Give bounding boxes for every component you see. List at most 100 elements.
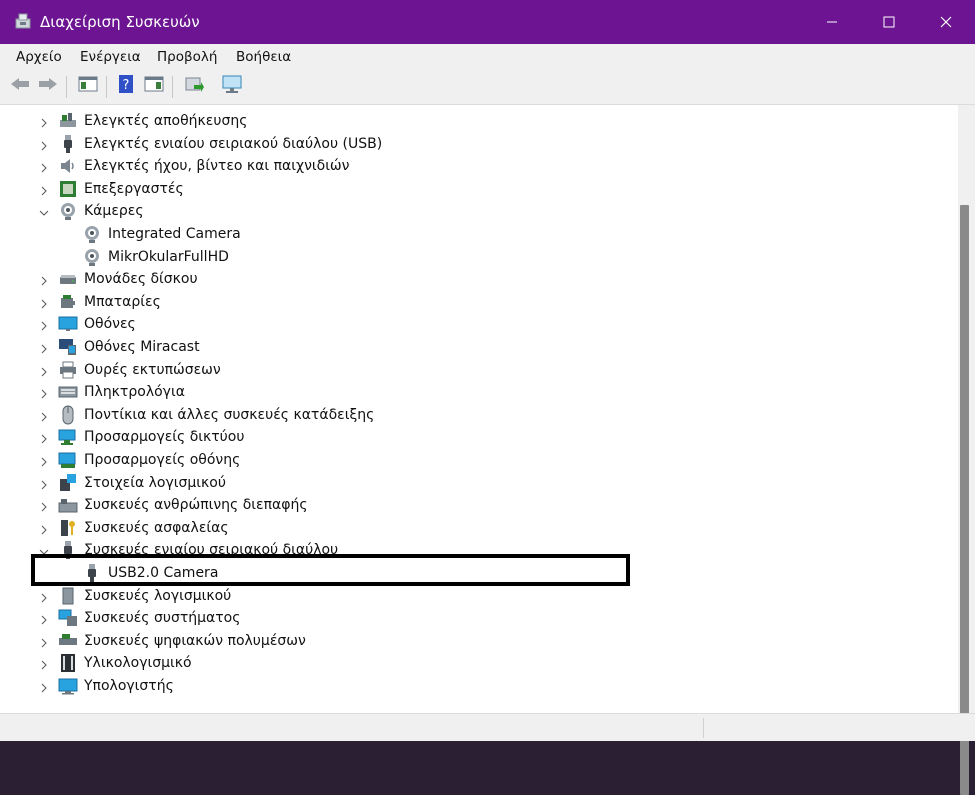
tree-item-category[interactable]: Ελεγκτές αποθήκευσης — [0, 110, 940, 132]
chevron-right-icon[interactable] — [39, 658, 49, 670]
tree-item-device[interactable]: MikrOkularFullHD — [0, 246, 940, 268]
chevron-right-icon[interactable] — [39, 591, 49, 602]
chevron-right-icon[interactable] — [39, 432, 49, 444]
tree-item-category[interactable]: Μπαταρίες — [0, 291, 940, 313]
keyboard-icon — [58, 382, 78, 402]
hid-icon — [58, 495, 78, 515]
title-bar[interactable]: Διαχείριση Συσκευών — [0, 0, 975, 44]
chevron-right-icon[interactable] — [39, 523, 49, 535]
chevron-right-icon[interactable] — [39, 139, 49, 150]
tree-item-category[interactable]: Ελεγκτές ενιαίου σειριακού διαύλου (USB) — [0, 133, 940, 155]
storage-controller-icon — [58, 111, 78, 131]
tree-item-device[interactable]: Integrated Camera — [0, 223, 940, 245]
update-driver-button[interactable] — [183, 75, 205, 97]
device-tree[interactable]: Ελεγκτές αποθήκευσης Ελεγκτές ενιαίου σει… — [0, 105, 958, 713]
processor-icon — [58, 179, 78, 199]
tree-item-category[interactable]: Ελεγκτές ήχου, βίντεο και παιχνιδιών — [0, 155, 940, 177]
chevron-right-icon[interactable] — [39, 455, 49, 467]
tree-item-category[interactable]: Υλικολογισμικό — [0, 652, 940, 674]
tree-item-category[interactable]: Πληκτρολόγια — [0, 381, 940, 403]
show-hide-console-tree-button[interactable] — [77, 75, 99, 97]
tree-item-category[interactable]: Προσαρμογείς δικτύου — [0, 426, 940, 448]
chevron-right-icon[interactable] — [39, 636, 49, 648]
chevron-right-icon[interactable] — [39, 500, 49, 512]
properties-pane-icon — [78, 75, 98, 97]
menu-action[interactable]: Ενέργεια — [80, 48, 141, 66]
menu-help[interactable]: Βοήθεια — [236, 48, 291, 66]
minimize-icon — [826, 16, 838, 28]
chevron-right-icon[interactable] — [39, 681, 49, 693]
chevron-right-icon[interactable] — [39, 387, 49, 399]
tree-item-category[interactable]: Ποντίκια και άλλες συσκευές κατάδειξης — [0, 404, 940, 426]
tree-item-category[interactable]: Συσκευές λογισμικού — [0, 585, 940, 607]
back-button[interactable] — [9, 75, 31, 97]
tree-item-category[interactable]: Προσαρμογείς οθόνης — [0, 449, 940, 471]
tree-item-label: Υλικολογισμικό — [84, 655, 192, 672]
chevron-right-icon[interactable] — [39, 478, 49, 489]
chevron-right-icon[interactable] — [39, 116, 49, 128]
tree-item-label: Ουρές εκτυπώσεων — [84, 361, 221, 378]
help-button[interactable]: ? — [115, 75, 137, 97]
scan-hardware-button[interactable] — [221, 75, 243, 97]
chevron-right-icon[interactable] — [39, 319, 49, 331]
tree-item-label: Προσαρμογείς δικτύου — [84, 429, 245, 446]
tree-item-category[interactable]: Συσκευές ψηφιακών πολυμέσων — [0, 630, 940, 652]
tree-item-label: Υπολογιστής — [84, 678, 174, 694]
chevron-right-icon[interactable] — [39, 410, 49, 422]
tree-item-label: Οθόνες Miracast — [84, 339, 200, 355]
chevron-right-icon[interactable] — [39, 161, 49, 173]
chevron-right-icon[interactable] — [39, 274, 49, 286]
webcam-icon — [58, 201, 78, 221]
tree-item-label: Συσκευές συστήματος — [84, 610, 241, 627]
close-icon — [940, 16, 952, 28]
tree-item-category[interactable]: Οθόνες — [0, 313, 940, 335]
firmware-icon — [58, 653, 78, 673]
menu-file[interactable]: Αρχείο — [16, 48, 62, 66]
chevron-right-icon[interactable] — [39, 297, 49, 309]
chevron-right-icon[interactable] — [39, 365, 49, 376]
menu-view[interactable]: Προβολή — [157, 48, 217, 66]
forward-button[interactable] — [37, 75, 59, 97]
system-device-icon — [58, 608, 78, 628]
tree-item-label: Πληκτρολόγια — [84, 384, 185, 401]
webcam-icon — [82, 224, 102, 244]
tree-item-category[interactable]: Υπολογιστής — [0, 675, 940, 697]
tree-item-category[interactable]: Συσκευές ανθρώπινης διεπαφής — [0, 494, 940, 516]
maximize-icon — [883, 16, 895, 28]
tree-item-label: Συσκευές λογισμικού — [84, 587, 232, 604]
tree-item-label: Ελεγκτές ενιαίου σειριακού διαύλου (USB) — [84, 135, 383, 152]
chevron-right-icon[interactable] — [39, 342, 49, 354]
chevron-right-icon[interactable] — [39, 613, 49, 625]
software-device-icon — [58, 586, 78, 606]
menu-bar: Αρχείο Ενέργεια Προβολή Βοήθεια — [0, 44, 975, 70]
tree-item-label: Επεξεργαστές — [84, 180, 184, 197]
disk-drive-icon — [58, 269, 78, 289]
tree-item-category[interactable]: Συσκευές συστήματος — [0, 607, 940, 629]
status-divider — [703, 718, 704, 738]
chevron-down-icon[interactable] — [39, 206, 49, 217]
tree-item-label: MikrOkularFullHD — [108, 248, 229, 265]
tree-item-category[interactable]: Οθόνες Miracast — [0, 336, 940, 358]
security-key-icon — [58, 518, 78, 538]
action-pane-icon — [144, 75, 164, 97]
device-manager-app-icon — [14, 12, 32, 30]
tree-item-category[interactable]: Μονάδες δίσκου — [0, 268, 940, 290]
scrollbar-thumb[interactable] — [960, 205, 969, 795]
scan-hardware-icon — [221, 74, 243, 98]
forward-arrow-icon — [38, 76, 58, 96]
tree-item-category[interactable]: Επεξεργαστές — [0, 178, 940, 200]
tree-item-category[interactable]: Στοιχεία λογισμικού — [0, 472, 940, 494]
tree-item-category[interactable]: Κάμερες — [0, 200, 940, 222]
tree-item-category[interactable]: Συσκευές ασφαλείας — [0, 517, 940, 539]
tree-item-category[interactable]: Ουρές εκτυπώσεων — [0, 359, 940, 381]
chevron-right-icon[interactable] — [39, 184, 49, 196]
show-hide-action-pane-button[interactable] — [143, 75, 165, 97]
minimize-button[interactable] — [803, 0, 861, 44]
display-adapter-icon — [58, 450, 78, 470]
usb-plug-icon — [58, 134, 78, 154]
vertical-scrollbar[interactable] — [958, 105, 975, 795]
device-manager-window: Διαχείριση Συσκευών Αρχείο Ενέργεια Προβ… — [0, 0, 975, 795]
maximize-button[interactable] — [860, 0, 918, 44]
tree-item-label: Συσκευές ασφαλείας — [84, 519, 229, 536]
close-button[interactable] — [917, 0, 975, 44]
